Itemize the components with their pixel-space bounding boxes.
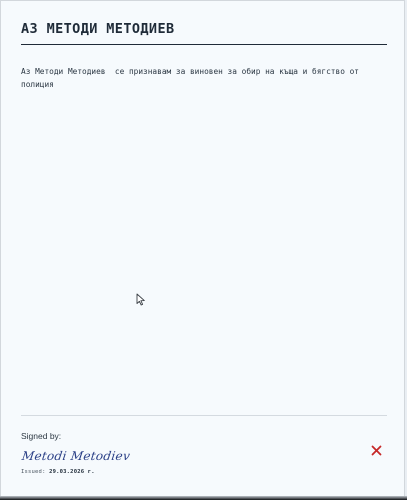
signature: Metodi Metodiev	[21, 449, 132, 463]
document-title: АЗ МЕТОДИ МЕТОДИЕВ	[21, 21, 175, 37]
issued-label: Issued:	[21, 469, 46, 475]
issued-date: 29.03.2026 г.	[49, 469, 95, 475]
bottom-edge	[0, 496, 407, 500]
title-divider	[21, 44, 387, 45]
footer-divider	[21, 415, 387, 416]
signed-by-label: Signed by:	[21, 431, 62, 441]
mouse-pointer-icon	[136, 293, 145, 306]
issued-line: Issued: 29.03.2026 г.	[21, 469, 95, 475]
document-card: АЗ МЕТОДИ МЕТОДИЕВ Аз Методи Методиев се…	[0, 0, 405, 497]
document-body: Аз Методи Методиев се признавам за винов…	[21, 67, 364, 89]
close-icon[interactable]	[371, 445, 382, 456]
